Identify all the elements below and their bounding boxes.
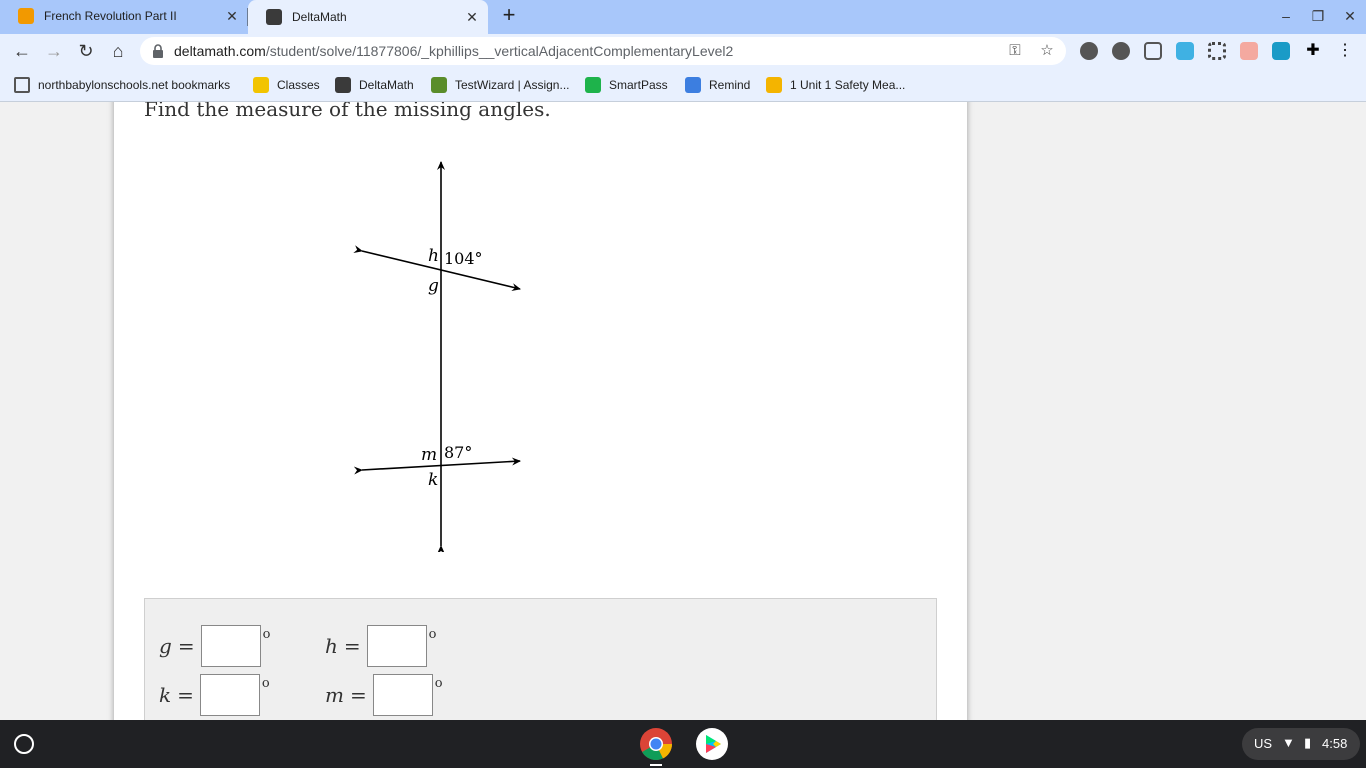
m-input[interactable] [372,674,433,716]
extension-monitor-icon[interactable] [1144,42,1162,60]
bookmark-label: northbabylonschools.net bookmarks [38,78,231,92]
bookmark-folder[interactable]: northbabylonschools.net bookmarks [14,76,230,94]
label-104: 104° [444,249,483,268]
answer-var: g [159,634,172,658]
lock-icon [153,44,163,58]
url-path: /student/solve/11877806/_kphillips__vert… [265,43,734,59]
problem-prompt: Find the measure of the missing angles. [144,102,551,121]
close-window-icon[interactable]: ✕ [1340,6,1360,26]
bookmark-testwizard[interactable]: TestWizard | Assign... [431,76,570,94]
bookmark-label: Classes [277,78,320,92]
extensions-puzzle-icon[interactable]: ✚ [1304,42,1322,60]
bookmarks-bar: northbabylonschools.net bookmarks Classe… [0,68,1366,102]
problem-card: Find the measure of the missing angles. … [114,102,967,720]
degree-symbol: o [261,676,270,691]
extension-globe-icon[interactable] [1272,42,1290,60]
smartpass-icon [585,77,601,93]
equals-sign: = [177,683,194,707]
tab-strip: French Revolution Part II ✕ DeltaMath ✕ … [0,0,1366,34]
bookmark-label: TestWizard | Assign... [455,78,570,92]
extension-shield2-icon[interactable] [1112,42,1130,60]
k-input[interactable] [199,674,260,716]
forward-icon[interactable]: → [42,39,66,63]
tab-title: French Revolution Part II [44,9,177,23]
star-icon[interactable]: ☆ [1038,42,1056,60]
answer-var: m [325,683,344,707]
extension-screencast-icon[interactable] [1240,42,1258,60]
bookmark-label: 1 Unit 1 Safety Mea... [790,78,906,92]
bookmark-slides[interactable]: 1 Unit 1 Safety Mea... [766,76,905,94]
answer-g: g = o [159,625,270,667]
url-host: deltamath.com [174,43,266,59]
address-bar[interactable]: deltamath.com/student/solve/11877806/_kp… [140,37,1066,65]
label-87: 87° [444,443,472,462]
toolbar: ← → ↻ ⌂ deltamath.com/student/solve/1187… [0,34,1366,68]
launcher-icon[interactable] [14,734,34,754]
folder-icon [14,77,30,93]
equals-sign: = [343,634,361,658]
deltamath-icon [335,77,351,93]
home-icon[interactable]: ⌂ [106,39,130,63]
label-g: g [428,276,439,296]
key-icon[interactable]: ⚿ [1006,42,1024,60]
remind-icon [685,77,701,93]
label-h: h [428,246,439,266]
bookmark-remind[interactable]: Remind [685,76,750,94]
menu-icon[interactable]: ⋮ [1336,42,1354,60]
degree-symbol: o [262,627,271,642]
g-input[interactable] [200,625,261,667]
extension-qr-icon[interactable] [1208,42,1226,60]
bookmark-classes[interactable]: Classes [253,76,320,94]
degree-symbol: o [434,676,443,691]
tab-french-revolution[interactable]: French Revolution Part II ✕ [0,0,248,32]
chrome-icon[interactable] [639,727,673,761]
bookmark-label: DeltaMath [359,78,414,92]
taskbar: US ▼ ▮ 4:58 [0,720,1366,768]
answer-var: h [325,634,338,658]
active-indicator [650,764,662,766]
locale-indicator: US [1254,736,1273,751]
equals-sign: = [349,683,367,707]
minimize-icon[interactable]: – [1276,6,1296,26]
close-icon[interactable]: ✕ [464,9,480,25]
classroom-icon [253,77,269,93]
label-m: m [421,445,437,465]
answer-panel: g = o h = o k = o m = o [144,598,937,720]
answer-h: h = o [325,625,436,667]
equals-sign: = [177,634,195,658]
battery-icon: ▮ [1304,735,1312,750]
extension-shield-icon[interactable] [1080,42,1098,60]
extension-cloud-icon[interactable] [1176,42,1194,60]
url-text: deltamath.com/student/solve/11877806/_kp… [174,43,733,59]
bookmark-label: Remind [709,78,751,92]
angle-diagram: h 104° g m 87° k [353,161,521,552]
answer-k: k = o [159,674,270,716]
answer-m: m = o [325,674,443,716]
new-tab-button[interactable]: + [498,4,520,27]
classroom-icon [18,8,34,24]
bookmark-label: SmartPass [609,78,668,92]
label-k: k [428,470,438,490]
tab-deltamath[interactable]: DeltaMath ✕ [248,0,488,34]
slides-icon [766,77,782,93]
bookmark-deltamath[interactable]: DeltaMath [335,76,414,94]
clock: 4:58 [1322,736,1348,751]
play-store-icon[interactable] [695,727,729,761]
wifi-icon: ▼ [1282,735,1295,750]
h-input[interactable] [366,625,427,667]
deltamath-icon [266,9,282,25]
restore-icon[interactable]: ❐ [1308,6,1328,26]
back-icon[interactable]: ← [10,39,34,63]
answer-var: k [159,683,172,707]
degree-symbol: o [428,627,437,642]
page-content: Find the measure of the missing angles. … [0,102,1366,720]
testwizard-icon [431,77,447,93]
close-icon[interactable]: ✕ [224,8,240,24]
status-tray[interactable]: US ▼ ▮ 4:58 [1242,728,1360,760]
bookmark-smartpass[interactable]: SmartPass [585,76,668,94]
tab-title: DeltaMath [292,10,347,24]
reload-icon[interactable]: ↻ [74,39,98,63]
